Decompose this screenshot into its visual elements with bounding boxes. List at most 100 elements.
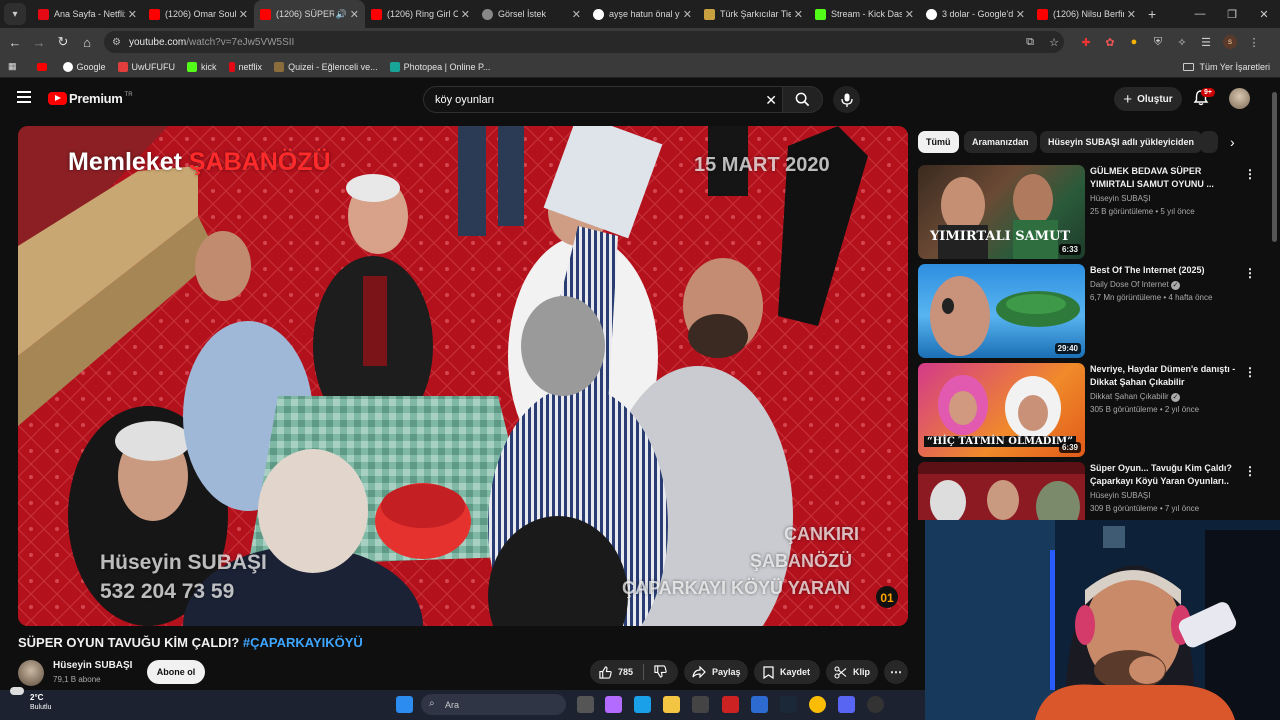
- more-actions-button[interactable]: ⋯: [884, 660, 908, 684]
- search-input[interactable]: köy oyunları ✕: [423, 86, 788, 113]
- new-tab-icon[interactable]: +: [1148, 6, 1156, 22]
- recommendation-title[interactable]: Nevriye, Haydar Dümen'e danıştı - Dikkat…: [1090, 363, 1240, 389]
- video-thumbnail[interactable]: 29:40: [918, 264, 1085, 358]
- close-icon[interactable]: ✕: [1016, 8, 1025, 21]
- taskbar-search[interactable]: ⌕ Ara: [421, 694, 566, 715]
- browser-tab[interactable]: Ana Sayfa - Netflix ✕: [32, 0, 143, 28]
- recommendation-channel[interactable]: Dikkat Şahan Çıkabilir ✓: [1090, 392, 1180, 402]
- close-icon[interactable]: ✕: [794, 8, 803, 21]
- chip-partial[interactable]: [1200, 131, 1218, 153]
- browser-tab[interactable]: ayşe hatun önal y ✕: [587, 0, 698, 28]
- back-icon[interactable]: ←: [3, 35, 27, 50]
- video-player[interactable]: Memleket ŞABANÖZÜ 15 MART 2020 Hüseyin S…: [18, 126, 908, 626]
- video-thumbnail[interactable]: YIMIRTALI SAMUT 6:33: [918, 165, 1085, 259]
- browser-tab[interactable]: (1206) Ring Girl Com✕: [365, 0, 476, 28]
- weather-widget[interactable]: 2°C Bulutlu: [10, 687, 51, 711]
- browser-tab[interactable]: 3 dolar - Google'da ✕: [920, 0, 1031, 28]
- tab-search-menu-button[interactable]: ▾: [4, 3, 26, 25]
- profile-icon[interactable]: s: [1218, 35, 1242, 49]
- create-button[interactable]: + Oluştur: [1114, 87, 1182, 111]
- copilot-icon[interactable]: [605, 696, 622, 713]
- video-thumbnail[interactable]: [918, 462, 1085, 520]
- recommendation-item[interactable]: “HİÇ TATMİN OLMADIM” 6:39 Nevriye, Hayda…: [918, 363, 1270, 457]
- browser-tab-active[interactable]: (1206) SÜPER 🔊 ✕: [254, 0, 365, 28]
- apps-grid-icon[interactable]: ▦: [8, 61, 17, 72]
- recommendation-item[interactable]: Süper Oyun... Tavuğu Kim Çaldı? Çaparkay…: [918, 462, 1270, 520]
- forward-icon[interactable]: →: [27, 35, 51, 50]
- more-vertical-icon[interactable]: ⋮: [1244, 266, 1256, 280]
- edge-icon[interactable]: [634, 696, 651, 713]
- browser-tab[interactable]: Görsel İstek ✕: [476, 0, 587, 28]
- save-button[interactable]: Kaydet: [754, 660, 820, 684]
- account-avatar[interactable]: [1229, 88, 1250, 109]
- bookmark-kick[interactable]: kick: [187, 61, 217, 72]
- more-vertical-icon[interactable]: ⋮: [1244, 464, 1256, 478]
- more-vertical-icon[interactable]: ⋮: [1244, 365, 1256, 379]
- clip-button[interactable]: Klip: [826, 660, 878, 684]
- chip-from-search[interactable]: Aramanızdan: [964, 131, 1037, 153]
- clear-search-icon[interactable]: ✕: [765, 92, 777, 109]
- close-window-icon[interactable]: ✕: [1248, 8, 1280, 21]
- search-button[interactable]: [782, 86, 823, 113]
- channel-avatar[interactable]: [18, 660, 44, 686]
- file-explorer-icon[interactable]: [663, 696, 680, 713]
- subscribe-button[interactable]: Abone ol: [147, 660, 205, 684]
- recommendation-item[interactable]: YIMIRTALI SAMUT 6:33 GÜLMEK BEDAVA SÜPER…: [918, 165, 1270, 259]
- browser-tab[interactable]: (1206) Omar Souleyman✕: [143, 0, 254, 28]
- extension-fox-icon[interactable]: ✿: [1098, 36, 1122, 49]
- bookmark-star-icon[interactable]: ☆: [1042, 36, 1066, 49]
- chrome-icon[interactable]: [809, 696, 826, 713]
- all-bookmarks-button[interactable]: Tüm Yer İşaretleri: [1183, 56, 1270, 78]
- bookmark-youtube[interactable]: [36, 62, 51, 71]
- puzzle-icon[interactable]: ✧: [1170, 36, 1194, 49]
- chip-all[interactable]: Tümü: [918, 131, 959, 153]
- obs-icon[interactable]: [867, 696, 884, 713]
- minimize-icon[interactable]: —: [1184, 8, 1216, 20]
- url-field[interactable]: ⚙ youtube.com/watch?v=7eJw5VW5SII: [104, 31, 1064, 53]
- media-queue-icon[interactable]: ☰: [1194, 36, 1218, 49]
- close-icon[interactable]: ✕: [683, 8, 692, 21]
- menu-icon[interactable]: [17, 91, 31, 103]
- recommendation-title[interactable]: GÜLMEK BEDAVA SÜPER YIMIRTALI SAMUT OYUN…: [1090, 165, 1240, 191]
- recommendation-title[interactable]: Süper Oyun... Tavuğu Kim Çaldı? Çaparkay…: [1090, 462, 1240, 488]
- close-icon[interactable]: ✕: [1127, 8, 1136, 21]
- home-icon[interactable]: ⌂: [75, 35, 99, 50]
- recommendation-channel[interactable]: Daily Dose Of Internet ✓: [1090, 280, 1180, 290]
- bookmark-uwufufu[interactable]: UwUFUFU: [117, 61, 175, 72]
- close-icon[interactable]: ✕: [905, 8, 914, 21]
- speaker-icon[interactable]: 🔊: [336, 9, 347, 20]
- install-app-icon[interactable]: ⧉: [1018, 36, 1042, 49]
- video-thumbnail[interactable]: “HİÇ TATMİN OLMADIM” 6:39: [918, 363, 1085, 457]
- browser-tab[interactable]: Türk Şarkıcılar Tie ✕: [698, 0, 809, 28]
- close-icon[interactable]: ✕: [350, 8, 359, 21]
- close-icon[interactable]: ✕: [239, 8, 248, 21]
- close-icon[interactable]: ✕: [128, 8, 137, 21]
- browser-tab[interactable]: Stream - Kick Dash ✕: [809, 0, 920, 28]
- bookmark-netflix[interactable]: netflix: [228, 61, 262, 72]
- pinned-app-icon[interactable]: [722, 696, 739, 713]
- like-button[interactable]: 785: [599, 665, 633, 679]
- site-info-icon[interactable]: ⚙: [112, 37, 121, 48]
- hashtag-link[interactable]: #ÇAPARKAYIKÖYÜ: [243, 635, 363, 650]
- channel-watermark-icon[interactable]: 01: [875, 585, 899, 609]
- page-scrollbar[interactable]: [1272, 92, 1277, 242]
- close-icon[interactable]: ✕: [572, 8, 581, 21]
- channel-name[interactable]: Hüseyin SUBAŞI: [53, 660, 132, 671]
- bookmark-quizei[interactable]: Quizei - Eğlenceli ve...: [274, 61, 378, 72]
- bookmark-photopea[interactable]: Photopea | Online P...: [389, 61, 490, 72]
- chip-from-uploader[interactable]: Hüseyin SUBAŞI adlı yükleyiciden: [1040, 131, 1203, 153]
- windows-start-icon[interactable]: [396, 696, 413, 713]
- browser-tab[interactable]: (1206) Nilsu Berfin ✕: [1031, 0, 1142, 28]
- dislike-button[interactable]: [654, 664, 673, 680]
- discord-icon[interactable]: [838, 696, 855, 713]
- chevron-right-icon[interactable]: ›: [1230, 134, 1235, 150]
- voice-search-button[interactable]: [833, 86, 860, 113]
- recommendation-channel[interactable]: Hüseyin SUBAŞI: [1090, 194, 1150, 203]
- reload-icon[interactable]: ↻: [51, 34, 75, 50]
- steam-icon[interactable]: [780, 696, 797, 713]
- task-view-icon[interactable]: [577, 696, 594, 713]
- recommendation-item[interactable]: 29:40 Best Of The Internet (2025) Daily …: [918, 264, 1270, 358]
- more-vertical-icon[interactable]: ⋮: [1244, 167, 1256, 181]
- shield-icon[interactable]: ⛨: [1146, 36, 1170, 49]
- close-icon[interactable]: ✕: [461, 8, 470, 21]
